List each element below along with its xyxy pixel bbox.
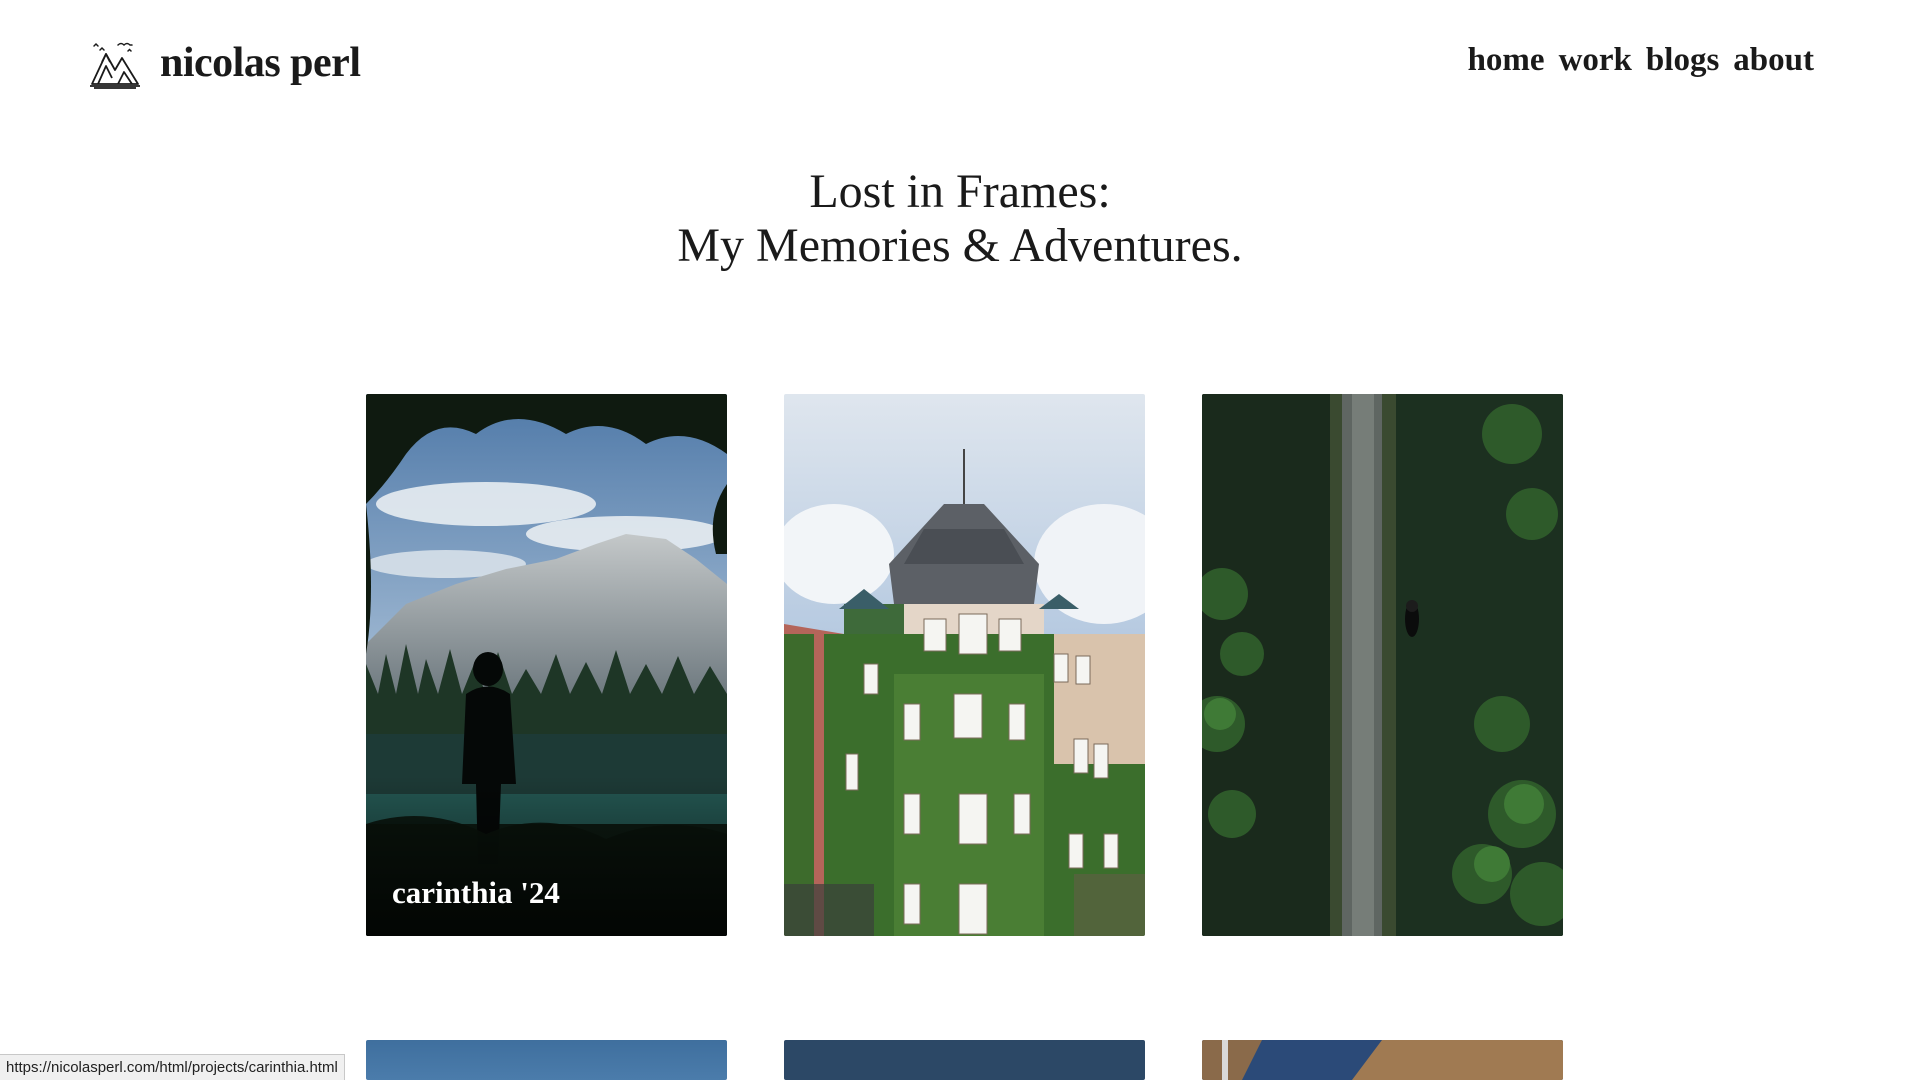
caption-shade — [366, 776, 727, 936]
aerial-forest-road-photo — [1202, 394, 1563, 936]
brand-home-link[interactable]: nicolas perl — [88, 34, 361, 92]
nav-about[interactable]: about — [1733, 44, 1814, 77]
hero-title-line-1: Lost in Frames: — [809, 165, 1111, 218]
hero-title-line-2: My Memories & Adventures. — [677, 219, 1243, 272]
gallery-card-4[interactable] — [366, 1040, 727, 1080]
gallery-card-carinthia[interactable]: carinthia '24 — [366, 394, 727, 936]
mountains-logo-icon — [90, 42, 140, 89]
ivy-building-photo — [784, 394, 1145, 936]
gallery-card-forest-road[interactable] — [1202, 394, 1563, 936]
dark-sky-photo — [784, 1040, 1145, 1080]
brand-name: nicolas perl — [160, 40, 361, 86]
main-nav: home work blogs about — [1468, 44, 1814, 77]
card-caption: carinthia '24 — [392, 875, 560, 910]
site-header: nicolas perl home work blogs about — [0, 0, 1920, 140]
hero-heading: Lost in Frames: My Memories & Adventures… — [0, 165, 1920, 273]
nav-blogs[interactable]: blogs — [1646, 44, 1719, 77]
blue-sky-photo — [366, 1040, 727, 1080]
gallery-card-5[interactable] — [784, 1040, 1145, 1080]
boat-deck-photo — [1202, 1040, 1563, 1080]
page: nicolas perl home work blogs about Lost … — [0, 0, 1920, 1080]
nav-home[interactable]: home — [1468, 44, 1545, 77]
gallery-card-6[interactable] — [1202, 1040, 1563, 1080]
status-bar-url: https://nicolasperl.com/html/projects/ca… — [0, 1054, 345, 1080]
gallery-card-ivy-building[interactable] — [784, 394, 1145, 936]
nav-work[interactable]: work — [1559, 44, 1632, 77]
